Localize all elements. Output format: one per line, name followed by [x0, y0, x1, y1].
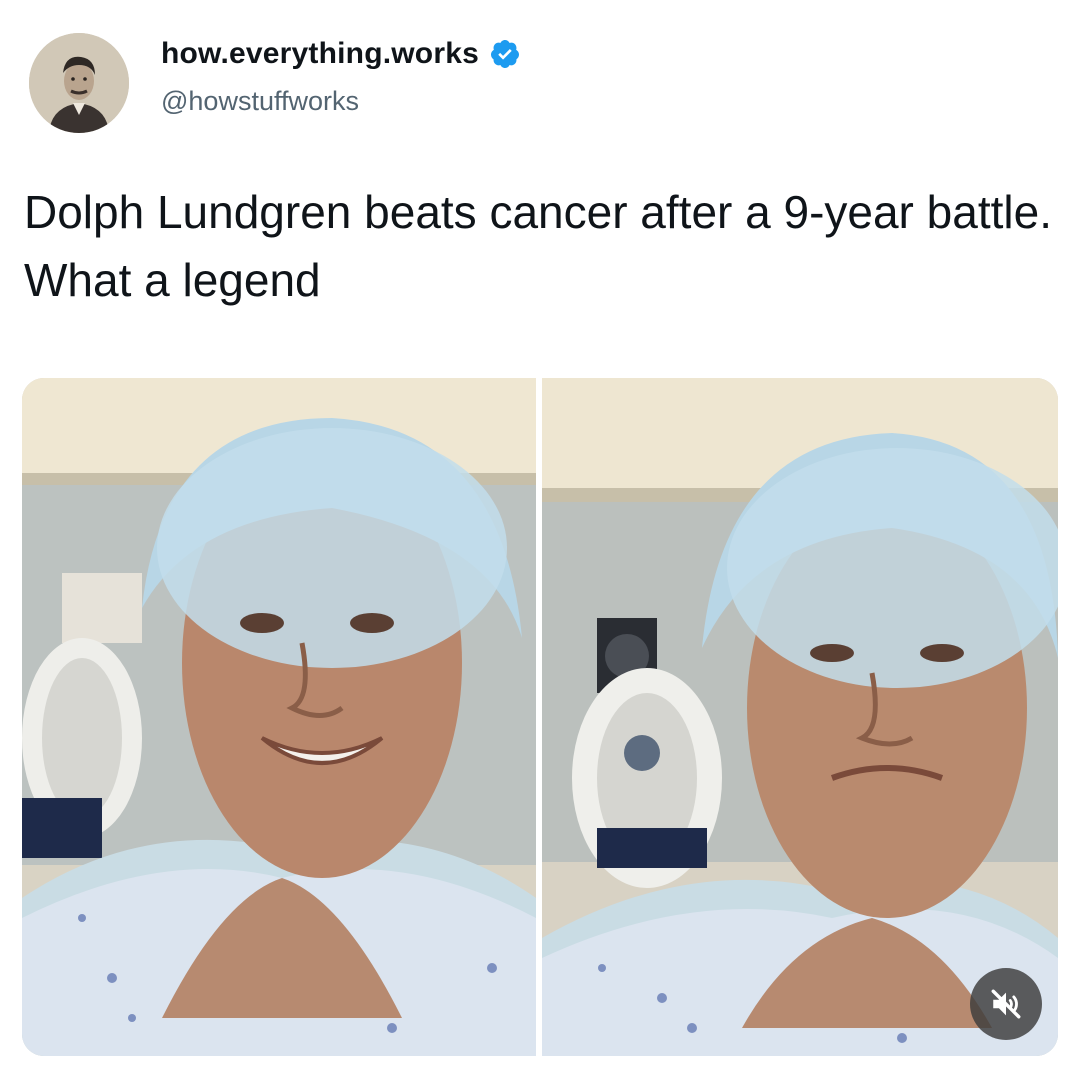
hospital-selfie-right-image	[542, 378, 1058, 1056]
post-card: how.everything.works @howstuffworks Dolp…	[0, 0, 1080, 1078]
mute-toggle-button[interactable]	[970, 968, 1042, 1040]
author-display-name[interactable]: how.everything.works	[161, 37, 479, 71]
media-panel-left	[22, 378, 536, 1056]
avatar-portrait-image	[29, 33, 129, 133]
verified-badge-icon	[490, 40, 519, 68]
speaker-muted-icon	[991, 989, 1021, 1019]
post-media[interactable]	[22, 378, 1058, 1056]
hospital-selfie-left-image	[22, 378, 536, 1056]
author-name-row[interactable]: how.everything.works	[161, 37, 521, 71]
media-panel-right	[542, 378, 1058, 1056]
post-text: Dolph Lundgren beats cancer after a 9-ye…	[24, 186, 1052, 306]
author-avatar[interactable]	[29, 33, 129, 133]
author-handle[interactable]: @howstuffworks	[161, 86, 359, 117]
